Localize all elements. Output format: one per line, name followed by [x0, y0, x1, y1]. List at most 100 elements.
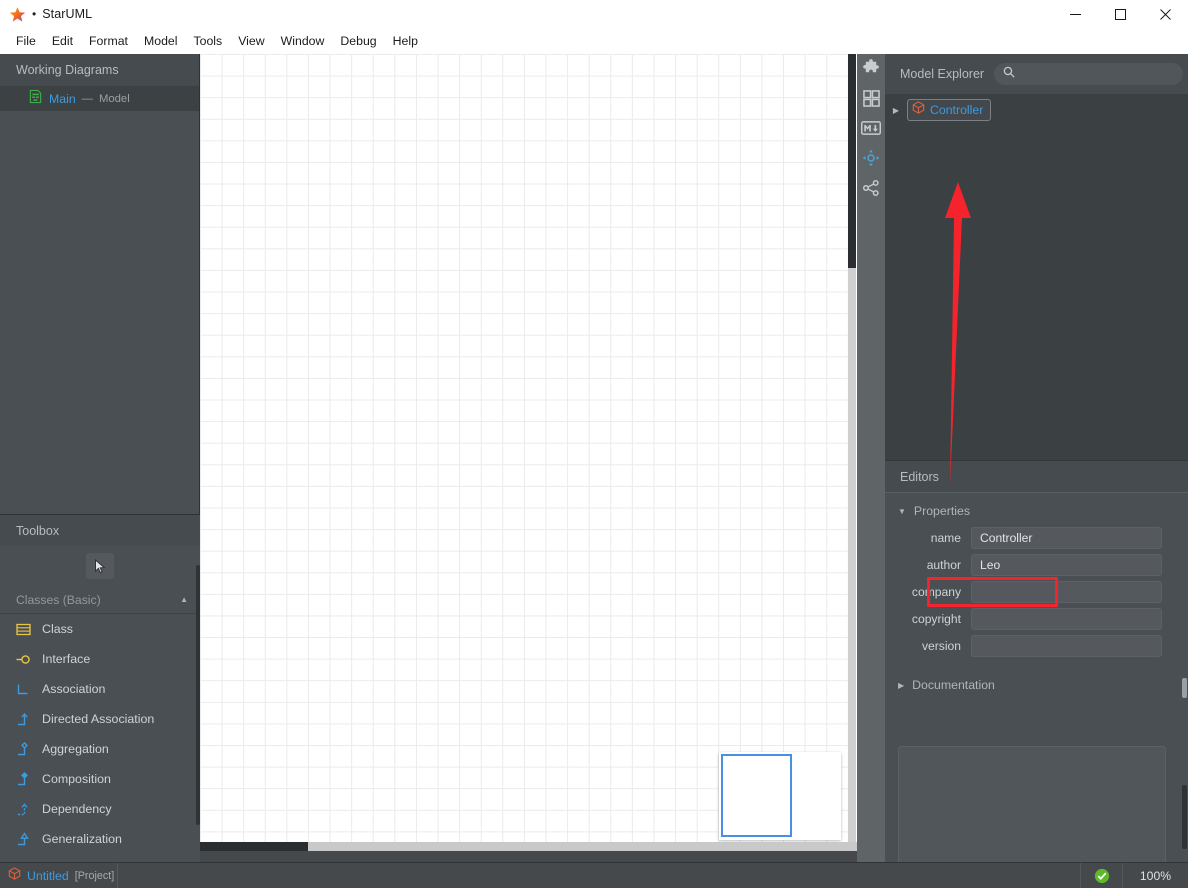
- share-network-icon[interactable]: [859, 178, 883, 198]
- search-icon: [1003, 65, 1015, 83]
- toolbox-item-class[interactable]: Class: [0, 614, 200, 644]
- toolbox-item-dependency[interactable]: Dependency: [0, 794, 200, 824]
- model-cube-icon: [912, 101, 925, 119]
- toolbox-item-label: Aggregation: [42, 742, 109, 756]
- toolbox-group-classes-basic[interactable]: Classes (Basic) ▲: [0, 586, 200, 614]
- generalization-icon: [15, 831, 32, 848]
- menu-bar: File Edit Format Model Tools View Window…: [0, 28, 1188, 54]
- toolbox-item-label: Composition: [42, 772, 111, 786]
- model-explorer-node-controller[interactable]: ▶ Controller: [885, 99, 1188, 121]
- chevron-right-icon[interactable]: ▶: [889, 106, 903, 115]
- menu-model[interactable]: Model: [136, 31, 186, 51]
- menu-view[interactable]: View: [230, 31, 272, 51]
- right-icon-rail: [857, 54, 885, 862]
- properties-section-header[interactable]: ▼ Properties: [885, 500, 1188, 522]
- toolbox-panel: Toolbox Classes (Basic) ▲ Class Interfac…: [0, 514, 200, 876]
- right-panel: Model Explorer ▶ Controller Editors ▼ Pr…: [885, 54, 1188, 888]
- menu-window[interactable]: Window: [273, 31, 333, 51]
- toolbox-item-composition[interactable]: Composition: [0, 764, 200, 794]
- right-panel-scroll-indicator[interactable]: [1182, 678, 1187, 698]
- aggregation-icon: [15, 741, 32, 758]
- markdown-icon[interactable]: [859, 118, 883, 138]
- association-icon: [15, 681, 32, 698]
- documentation-section-header[interactable]: ▶ Documentation: [885, 674, 1188, 696]
- canvas-horizontal-scrollbar[interactable]: [200, 842, 857, 851]
- minimize-button[interactable]: [1053, 0, 1098, 28]
- menu-file[interactable]: File: [8, 31, 44, 51]
- toolbox-header: Toolbox: [0, 515, 200, 546]
- right-panel-scrollbar[interactable]: [1182, 785, 1187, 849]
- panels-grid-icon[interactable]: [859, 88, 883, 108]
- status-project-name: Untitled: [27, 868, 69, 883]
- app-title: StarUML: [42, 7, 93, 21]
- window-controls: [1053, 0, 1188, 28]
- toolbox-item-directed-association[interactable]: Directed Association: [0, 704, 200, 734]
- model-explorer-tree: ▶ Controller: [885, 94, 1188, 514]
- toolbox-item-label: Dependency: [42, 802, 112, 816]
- chevron-down-icon: ▼: [898, 506, 906, 516]
- canvas-vertical-scroll-thumb[interactable]: [848, 54, 856, 268]
- diagram-canvas[interactable]: [200, 54, 857, 862]
- property-label-company: company: [911, 585, 961, 599]
- status-bar: Untitled [Project] 100%: [0, 862, 1188, 888]
- property-value-author[interactable]: Leo: [971, 554, 1162, 576]
- editors-body: ▼ Properties name Controller author Leo …: [885, 492, 1188, 888]
- menu-edit[interactable]: Edit: [44, 31, 81, 51]
- working-diagram-sep: —: [81, 92, 93, 105]
- model-explorer-search[interactable]: [994, 63, 1184, 85]
- model-explorer-header: Model Explorer: [885, 54, 1188, 94]
- property-row-company: company: [885, 581, 1188, 603]
- properties-section-label: Properties: [913, 504, 970, 518]
- working-diagram-name: Main: [49, 91, 76, 106]
- property-row-name: name Controller: [885, 527, 1188, 549]
- search-input[interactable]: [1020, 68, 1175, 80]
- status-project-kind: [Project]: [74, 869, 115, 882]
- toolbox-group-label: Classes (Basic): [16, 592, 101, 607]
- toolbox-item-label: Directed Association: [42, 712, 155, 726]
- extension-puzzle-icon[interactable]: [859, 58, 883, 78]
- menu-debug[interactable]: Debug: [332, 31, 384, 51]
- working-diagrams-header: Working Diagrams: [0, 54, 199, 85]
- chevron-right-icon: ▶: [898, 680, 905, 690]
- minimap-viewport-rect[interactable]: [721, 754, 792, 837]
- check-ok-icon[interactable]: [1080, 862, 1122, 888]
- menu-tools[interactable]: Tools: [185, 31, 230, 51]
- property-row-author: author Leo: [885, 554, 1188, 576]
- interface-icon: [15, 651, 32, 668]
- toolbox-item-association[interactable]: Association: [0, 674, 200, 704]
- move-target-icon[interactable]: [859, 148, 883, 168]
- status-zoom-level[interactable]: 100%: [1122, 862, 1188, 888]
- diagram-icon: [28, 89, 43, 109]
- status-project[interactable]: Untitled [Project]: [0, 862, 118, 888]
- property-row-copyright: copyright: [885, 608, 1188, 630]
- staruml-logo-icon: [9, 6, 26, 23]
- close-button[interactable]: [1143, 0, 1188, 28]
- canvas-minimap[interactable]: [719, 752, 841, 840]
- property-row-version: version: [885, 635, 1188, 657]
- property-value-company[interactable]: [971, 581, 1162, 603]
- property-label-version: version: [922, 639, 961, 653]
- property-value-version[interactable]: [971, 635, 1162, 657]
- model-explorer-node-chip[interactable]: Controller: [907, 99, 992, 121]
- model-explorer-title: Model Explorer: [900, 67, 985, 81]
- property-value-copyright[interactable]: [971, 608, 1162, 630]
- directed-association-icon: [15, 711, 32, 728]
- canvas-horizontal-scroll-thumb[interactable]: [200, 842, 308, 851]
- toolbox-item-interface[interactable]: Interface: [0, 644, 200, 674]
- dependency-icon: [15, 801, 32, 818]
- canvas-bottom-strip: [200, 851, 857, 862]
- maximize-button[interactable]: [1098, 0, 1143, 28]
- property-label-author: author: [926, 558, 961, 572]
- property-label-name: name: [930, 531, 961, 545]
- canvas-vertical-scrollbar[interactable]: [848, 54, 856, 851]
- select-cursor-tool[interactable]: [86, 553, 114, 579]
- toolbox-item-label: Class: [42, 622, 73, 636]
- toolbox-item-generalization[interactable]: Generalization: [0, 824, 200, 854]
- property-label-copyright: copyright: [911, 612, 961, 626]
- working-diagram-item-main[interactable]: Main — Model: [0, 85, 199, 111]
- staruml-window: • StarUML File Edit Format Model Tools V…: [0, 0, 1188, 888]
- menu-format[interactable]: Format: [81, 31, 136, 51]
- property-value-name[interactable]: Controller: [971, 527, 1162, 549]
- toolbox-item-aggregation[interactable]: Aggregation: [0, 734, 200, 764]
- menu-help[interactable]: Help: [385, 31, 426, 51]
